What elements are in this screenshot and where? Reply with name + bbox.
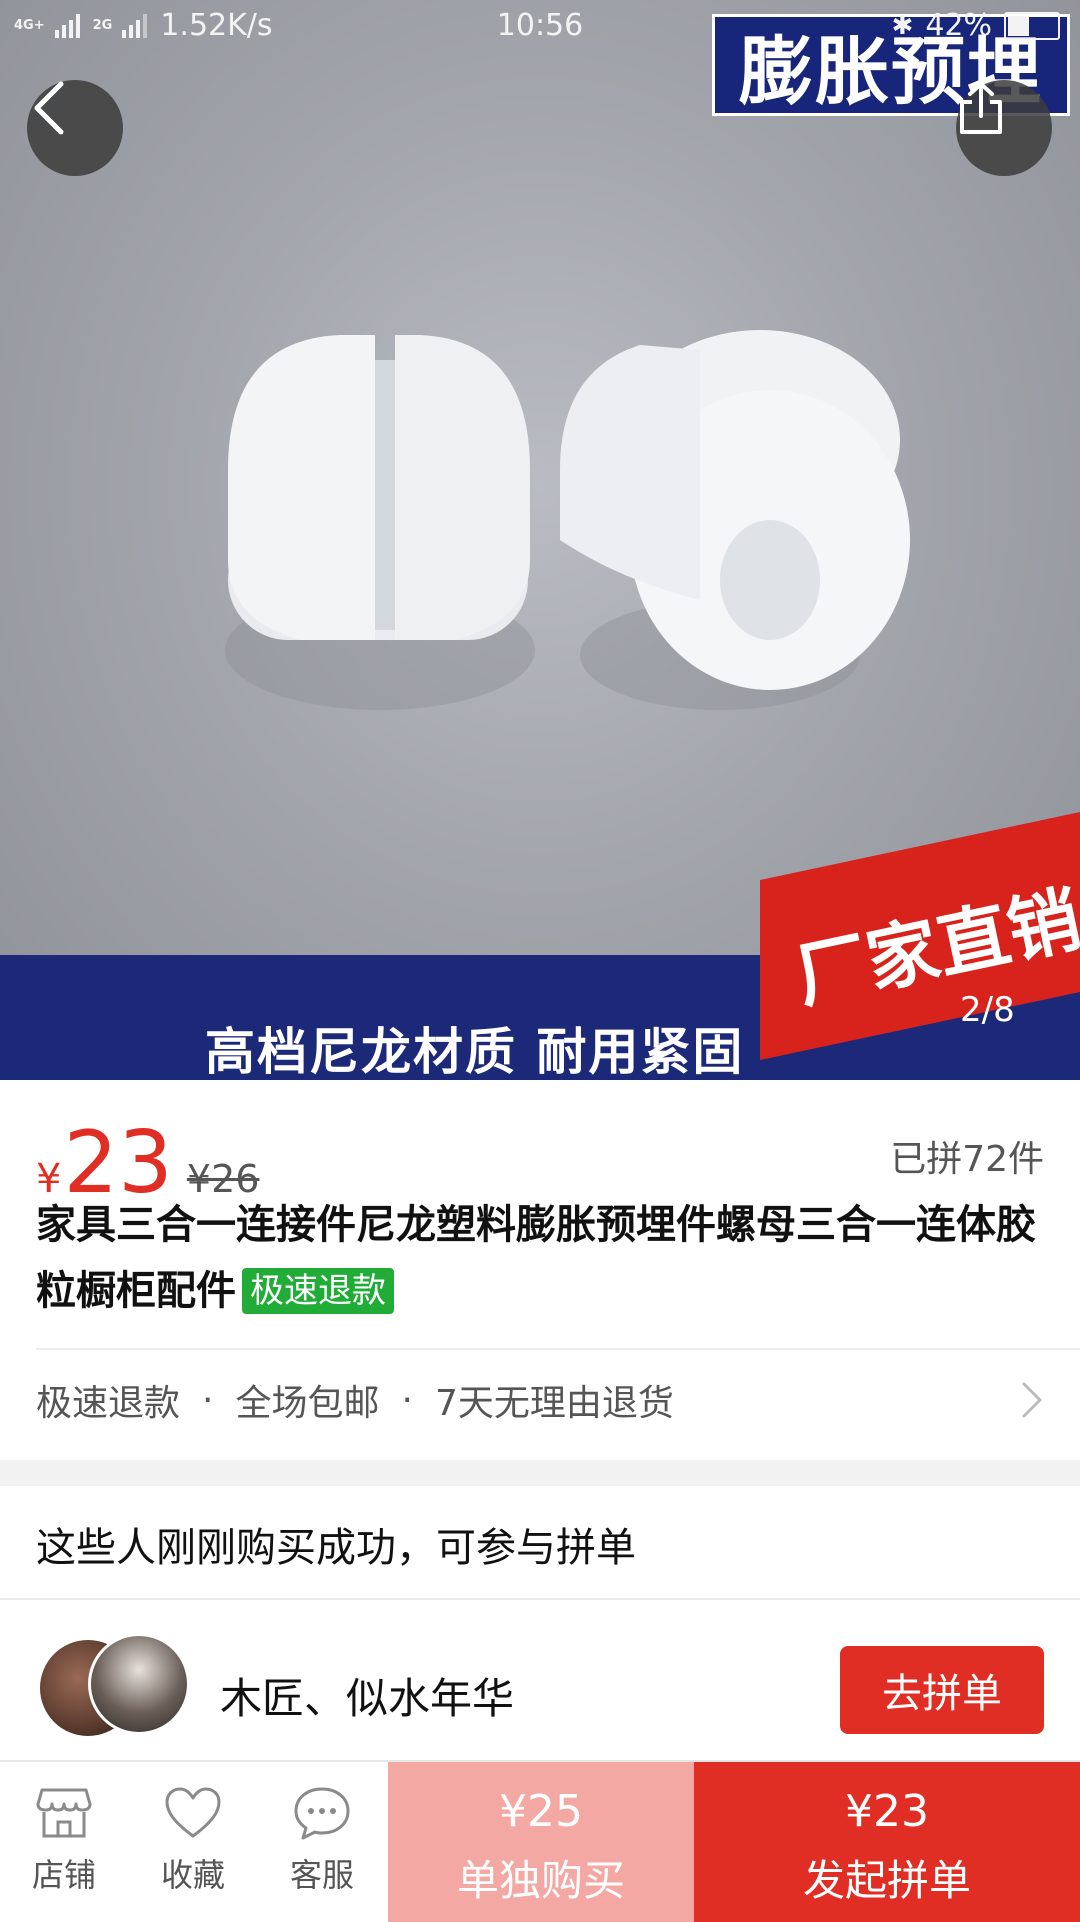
service-item: 全场包邮 xyxy=(235,1383,380,1424)
separator: · xyxy=(202,1379,214,1421)
favorite-label: 收藏 xyxy=(160,1856,225,1894)
heart-icon xyxy=(165,1787,221,1838)
image-counter: 2/8 xyxy=(960,990,1015,1030)
group-buy-title: 这些人刚刚购买成功，可参与拼单 xyxy=(36,1525,636,1571)
status-bar: 4G+ 2G 1.52K/s 10:56 ✱ 42% xyxy=(0,0,1080,58)
shop-button[interactable]: 店铺 xyxy=(14,1786,114,1896)
refund-tag: 极速退款 xyxy=(242,1268,394,1314)
single-label: 单独购买 xyxy=(456,1856,625,1905)
service-guarantees[interactable]: 极速退款 · 全场包邮 · 7天无理由退货 xyxy=(36,1370,1044,1430)
group-label: 发起拼单 xyxy=(802,1856,971,1905)
chevron-right-icon xyxy=(1022,1382,1042,1418)
back-button[interactable] xyxy=(27,80,123,176)
customer-service-button[interactable]: 客服 xyxy=(272,1786,372,1896)
single-price: ¥25 xyxy=(499,1786,583,1837)
product-title: 家具三合一连接件尼龙塑料膨胀预埋件螺母三合一连体胶粒橱柜配件 极速退款 xyxy=(36,1192,1046,1324)
divider xyxy=(0,1598,1080,1600)
product-title-text: 家具三合一连接件尼龙塑料膨胀预埋件螺母三合一连体胶粒橱柜配件 xyxy=(36,1202,1036,1314)
service-item: 极速退款 xyxy=(36,1383,181,1424)
product-image-carousel[interactable]: 膨胀预埋 高档尼龙材质 耐用紧固 厂家直销 2/8 4G+ 2G 1.52K/s… xyxy=(0,0,1080,1080)
buy-single-button[interactable]: ¥25 单独购买 xyxy=(388,1762,694,1922)
separator: · xyxy=(401,1379,413,1421)
sold-count: 已拼72件 xyxy=(890,1139,1044,1180)
battery-percent: 42% xyxy=(925,8,992,43)
shop-icon xyxy=(36,1788,92,1838)
buyer-names: 木匠、似水年华 xyxy=(220,1674,515,1723)
chat-icon xyxy=(294,1787,350,1840)
group-price: ¥23 xyxy=(845,1786,929,1837)
avatar xyxy=(88,1633,190,1735)
favorite-button[interactable]: 收藏 xyxy=(143,1786,243,1896)
promo-band-text: 高档尼龙材质 耐用紧固 xyxy=(205,1023,745,1080)
battery-icon xyxy=(1004,11,1060,40)
share-button[interactable] xyxy=(956,80,1052,176)
share-icon xyxy=(960,82,1002,134)
chevron-left-icon xyxy=(34,81,64,135)
join-group-button[interactable]: 去拼单 xyxy=(840,1646,1044,1734)
customer-service-label: 客服 xyxy=(289,1856,354,1894)
section-gap xyxy=(0,1460,1080,1486)
shop-label: 店铺 xyxy=(31,1856,96,1894)
start-group-button[interactable]: ¥23 发起拼单 xyxy=(694,1762,1080,1922)
service-item: 7天无理由退货 xyxy=(434,1383,674,1424)
divider xyxy=(36,1348,1080,1350)
bluetooth-icon: ✱ xyxy=(891,10,914,41)
bottom-action-bar: 店铺 收藏 客服 ¥25 单独购买 ¥23 发起拼单 xyxy=(0,1760,1080,1922)
